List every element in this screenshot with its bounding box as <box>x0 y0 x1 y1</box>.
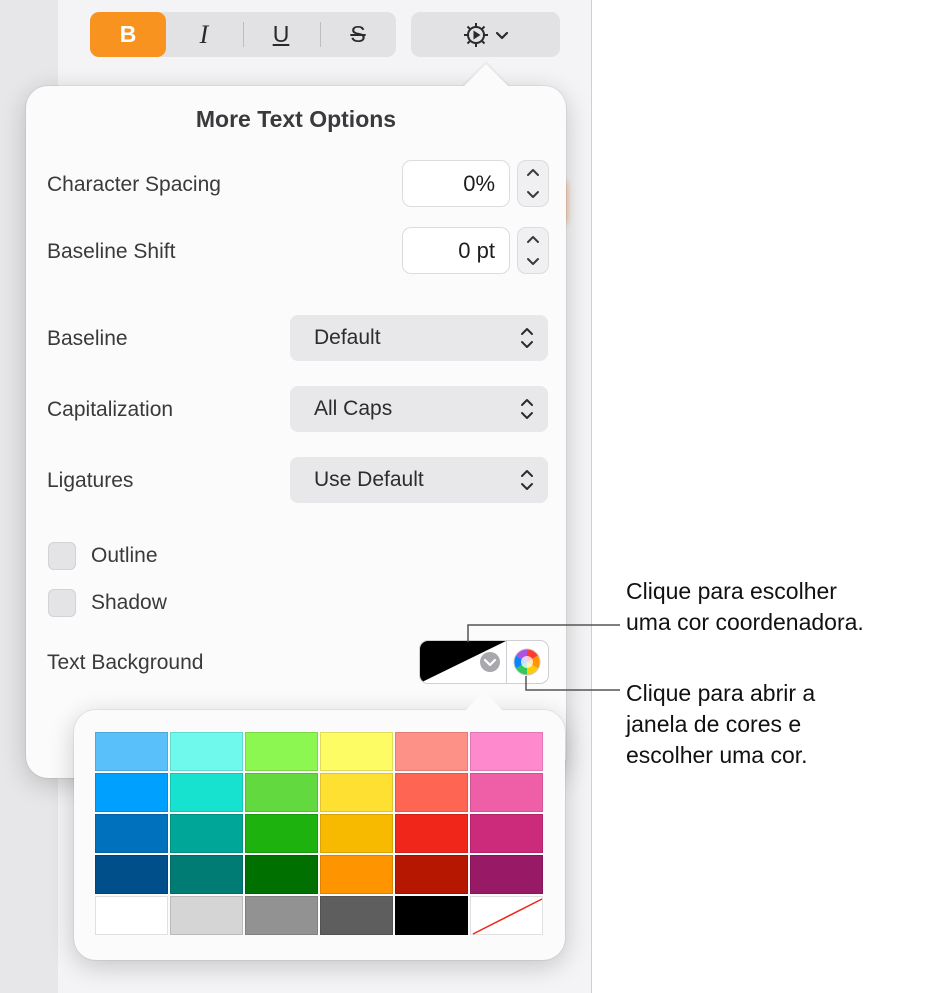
color-swatch[interactable] <box>245 855 318 894</box>
ligatures-label: Ligatures <box>47 469 134 492</box>
baseline-label: Baseline <box>47 327 128 350</box>
ligatures-select[interactable]: Use Default <box>290 457 548 503</box>
callout-line-1: Clique para escolher <box>626 578 837 604</box>
bold-button[interactable]: B <box>90 12 166 57</box>
no-color-swatch[interactable] <box>470 896 543 935</box>
callout-line-2: uma cor coordenadora. <box>626 609 864 635</box>
text-background-label: Text Background <box>47 651 204 674</box>
chevron-down-icon <box>495 31 509 39</box>
capitalization-value: All Caps <box>314 397 393 420</box>
shadow-label: Shadow <box>91 591 167 614</box>
callout-line-2: janela de cores e <box>626 711 802 737</box>
color-swatch[interactable] <box>170 732 243 771</box>
strikethrough-button[interactable]: S <box>320 12 396 57</box>
more-text-options-button[interactable] <box>411 12 560 57</box>
color-swatch[interactable] <box>470 732 543 771</box>
color-swatch[interactable] <box>320 732 393 771</box>
callout-color-window: Clique para abrir a janela de cores e es… <box>626 678 815 771</box>
stepper-down-icon[interactable] <box>518 251 548 273</box>
baseline-shift-label: Baseline Shift <box>47 240 176 263</box>
color-swatch[interactable] <box>170 896 243 935</box>
color-swatch[interactable] <box>95 732 168 771</box>
stepper-up-icon[interactable] <box>518 161 548 183</box>
character-spacing-label: Character Spacing <box>47 173 221 196</box>
character-spacing-stepper[interactable] <box>518 161 548 206</box>
color-swatch[interactable] <box>245 814 318 853</box>
baseline-shift-field[interactable]: 0 pt <box>403 228 509 273</box>
color-swatch[interactable] <box>395 814 468 853</box>
color-swatch[interactable] <box>470 814 543 853</box>
divider <box>506 641 507 683</box>
text-background-color-well <box>420 641 548 683</box>
capitalization-select[interactable]: All Caps <box>290 386 548 432</box>
color-swatch-grid <box>95 732 543 935</box>
popover-title: More Text Options <box>195 106 397 132</box>
color-swatch[interactable] <box>95 814 168 853</box>
color-wheel-icon[interactable] <box>512 647 542 677</box>
popover-arrow <box>462 64 510 88</box>
color-palette-popover <box>74 710 565 960</box>
color-swatch[interactable] <box>320 814 393 853</box>
up-down-chevron-icon <box>521 328 533 348</box>
outline-label: Outline <box>91 544 158 567</box>
character-spacing-field[interactable]: 0% <box>403 161 509 206</box>
color-swatch[interactable] <box>470 773 543 812</box>
color-swatch[interactable] <box>95 773 168 812</box>
color-swatch[interactable] <box>170 773 243 812</box>
color-swatch[interactable] <box>470 855 543 894</box>
color-swatch[interactable] <box>245 732 318 771</box>
capitalization-label: Capitalization <box>47 398 174 421</box>
baseline-shift-stepper[interactable] <box>518 228 548 273</box>
palette-arrow <box>466 690 502 710</box>
stepper-up-icon[interactable] <box>518 228 548 250</box>
color-swatch[interactable] <box>170 814 243 853</box>
up-down-chevron-icon <box>521 470 533 490</box>
italic-button[interactable]: I <box>166 12 242 57</box>
color-swatch[interactable] <box>320 896 393 935</box>
coordinating-color-button[interactable] <box>420 641 506 683</box>
text-style-group: B I U S <box>90 12 396 57</box>
color-swatch[interactable] <box>395 855 468 894</box>
baseline-value: Default <box>314 326 381 349</box>
outline-checkbox[interactable] <box>48 542 76 570</box>
callout-coordinating-color: Clique para escolher uma cor coordenador… <box>626 576 864 638</box>
more-text-options-popover: More Text Options Character Spacing 0% B… <box>26 86 566 778</box>
color-swatch[interactable] <box>95 855 168 894</box>
color-swatch[interactable] <box>395 773 468 812</box>
up-down-chevron-icon <box>521 399 533 419</box>
ligatures-value: Use Default <box>314 468 424 491</box>
underline-button[interactable]: U <box>243 12 319 57</box>
color-swatch[interactable] <box>320 773 393 812</box>
color-swatch[interactable] <box>95 896 168 935</box>
color-swatch[interactable] <box>395 732 468 771</box>
color-swatch[interactable] <box>245 773 318 812</box>
shadow-checkbox[interactable] <box>48 589 76 617</box>
gear-icon <box>464 22 488 47</box>
callout-line-1: Clique para abrir a <box>626 680 816 706</box>
color-swatch[interactable] <box>170 855 243 894</box>
callout-line-3: escolher uma cor. <box>626 742 808 768</box>
color-swatch[interactable] <box>320 855 393 894</box>
color-swatch[interactable] <box>395 896 468 935</box>
baseline-select[interactable]: Default <box>290 315 548 361</box>
stepper-down-icon[interactable] <box>518 184 548 206</box>
color-swatch[interactable] <box>245 896 318 935</box>
